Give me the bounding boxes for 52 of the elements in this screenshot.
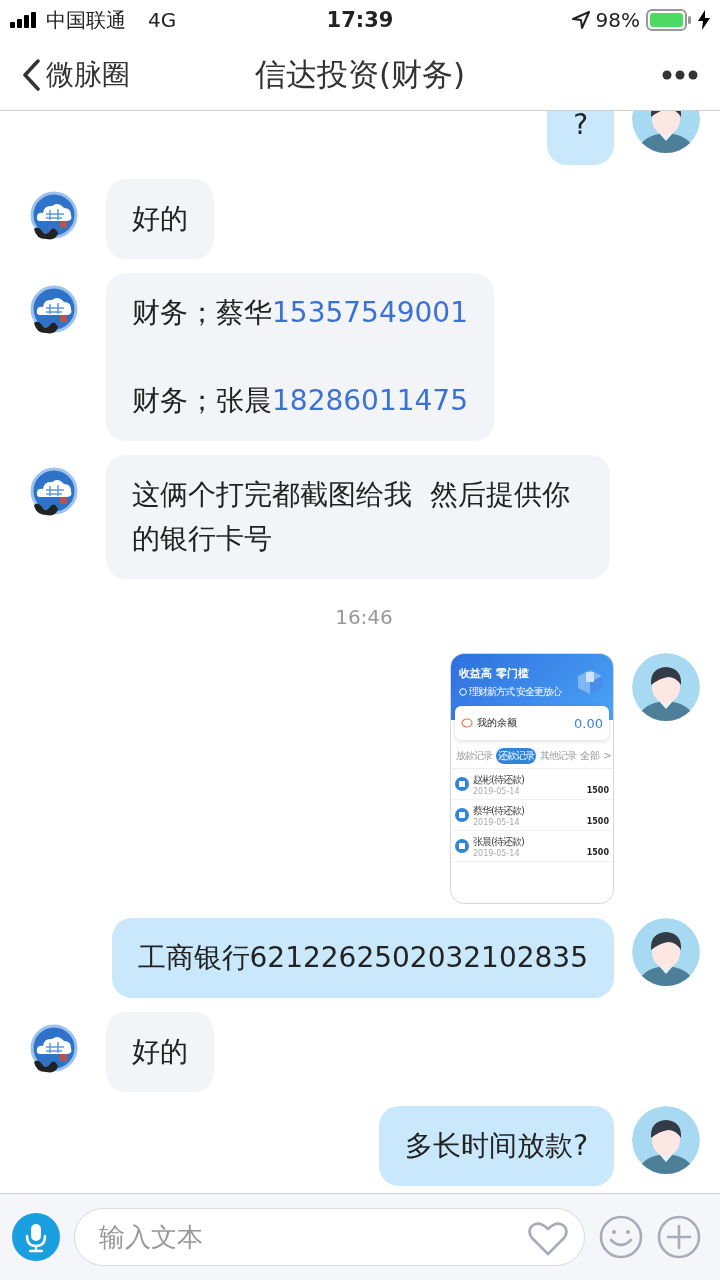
battery-percent: 98%	[595, 8, 640, 32]
plus-icon[interactable]	[657, 1215, 701, 1259]
message-text: 工商银行6212262502032102835	[137, 940, 588, 976]
balance-amount: 0.00	[574, 715, 603, 731]
microphone-button[interactable]	[12, 1213, 60, 1261]
banner-headline: 收益高 零门槛	[459, 666, 530, 681]
record-tab[interactable]: 还款记录	[496, 748, 536, 764]
message-text: 财务；张晨18286011475	[132, 383, 468, 419]
record-amount: 1500	[586, 786, 609, 795]
message-text: 好的	[132, 1034, 188, 1070]
record-name: 蔡华(待还款)	[473, 803, 524, 818]
emoji-icon[interactable]	[599, 1215, 643, 1259]
message-text: ?	[573, 111, 588, 143]
battery-icon	[646, 9, 692, 31]
clock-time: 17:39	[326, 8, 394, 32]
charging-bolt-icon	[698, 10, 710, 30]
timestamp: 16:46	[335, 605, 393, 629]
record-date: 2019-05-14	[473, 817, 521, 827]
record-amount: 1500	[586, 848, 609, 857]
document-icon	[455, 777, 469, 791]
message-text: 多长时间放款?	[405, 1128, 588, 1164]
view-all-link[interactable]: 全部 >	[580, 749, 612, 763]
banner-subline: 理财新方式 安全更放心	[469, 685, 562, 699]
carrier-name: 中国联通	[46, 6, 126, 34]
more-icon[interactable]	[662, 70, 698, 80]
record-date: 2019-05-14	[473, 786, 521, 796]
document-icon	[455, 839, 469, 853]
chat-title: 信达投资(财务)	[254, 55, 466, 94]
screenshot-image[interactable]: 收益高 零门槛 理财新方式 安全更放心 我的余额 0.00 放款记录 还款记录 其他记录 全部 > 赵彬(待还款) 2019-05-14 1500 蔡华(待还款) 2019-05-14 1500 张晨(待还款) 2019-05-14 1500	[450, 653, 614, 904]
record-tab[interactable]: 其他记录	[538, 748, 578, 764]
message-text: 财务；蔡华15357549001	[132, 295, 468, 331]
back-chevron-icon	[22, 59, 40, 91]
person-avatar	[632, 918, 700, 986]
network-type: 4G	[148, 8, 177, 32]
phone-link[interactable]: 18286011475	[272, 384, 468, 417]
record-date: 2019-05-14	[473, 848, 521, 858]
location-arrow-icon	[571, 11, 590, 29]
message-input-field[interactable]: 输入文本	[74, 1208, 585, 1266]
heart-icon[interactable]	[527, 1221, 569, 1257]
balance-label: 我的余额	[477, 716, 517, 730]
record-amount: 1500	[586, 817, 609, 826]
message-text: 好的	[132, 201, 188, 237]
person-avatar	[632, 653, 700, 721]
back-button[interactable]: 微脉圈	[22, 56, 130, 94]
record-tab[interactable]: 放款记录	[454, 748, 494, 764]
signal-icon	[10, 12, 38, 28]
record-name: 张晨(待还款)	[473, 834, 524, 849]
person-avatar	[632, 1106, 700, 1174]
phone-link[interactable]: 15357549001	[272, 296, 468, 329]
record-name: 赵彬(待还款)	[473, 772, 524, 787]
document-icon	[455, 808, 469, 822]
message-text: 这俩个打完都截图给我 然后提供你的银行卡号	[132, 477, 571, 557]
